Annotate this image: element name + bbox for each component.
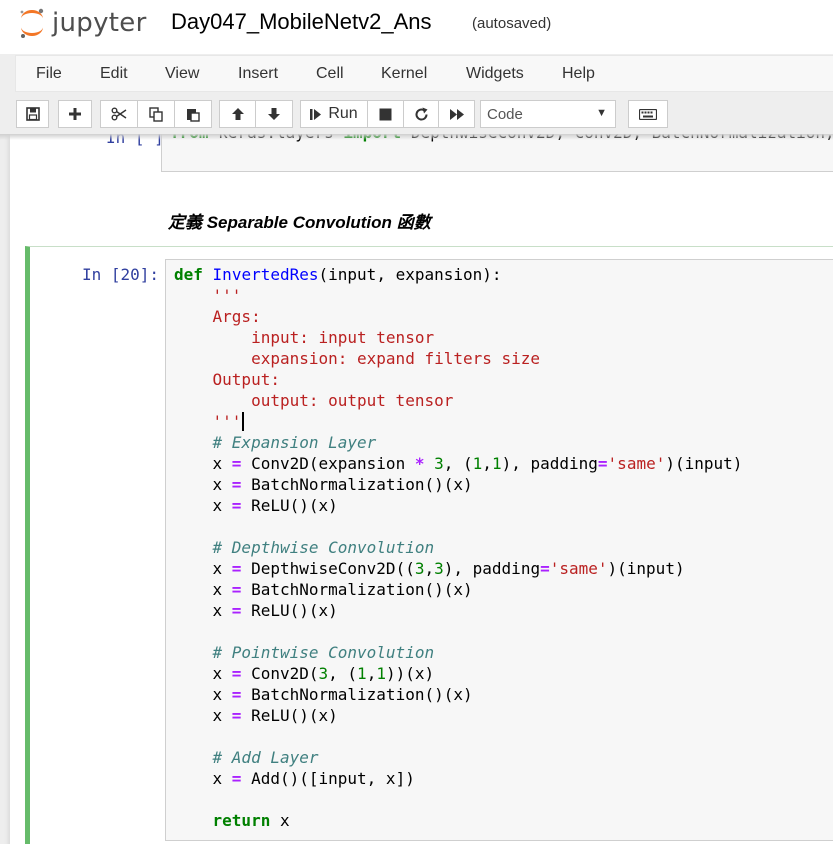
stop-icon	[379, 108, 392, 120]
command-palette-button[interactable]	[628, 100, 668, 128]
cut-icon	[111, 107, 127, 121]
interrupt-kernel-button[interactable]	[367, 100, 404, 128]
text-cursor	[242, 412, 245, 431]
menu-file[interactable]: File	[36, 65, 62, 83]
notebook-page: In [ ]: from keras.layers import Depthwi…	[10, 134, 833, 844]
scroll-shadow	[0, 134, 833, 140]
jupyter-logo[interactable]: jupyter	[18, 5, 147, 41]
keyboard-icon	[639, 108, 657, 120]
markdown-heading: 定義 Separable Convolution 函數	[168, 213, 431, 232]
copy-button[interactable]	[137, 100, 175, 128]
dropdown-caret-icon: ▼	[596, 107, 607, 119]
notebook-area[interactable]: In [ ]: from keras.layers import Depthwi…	[0, 134, 833, 844]
menu-view[interactable]: View	[165, 65, 199, 83]
restart-kernel-button[interactable]	[403, 100, 439, 128]
plus-icon	[69, 108, 81, 120]
jupyter-logo-icon	[20, 8, 44, 38]
cell-type-dropdown[interactable]: Code ▼	[480, 100, 616, 128]
code-editor[interactable]: def InvertedRes(input, expansion): ''' A…	[165, 259, 833, 841]
cell-type-value: Code	[487, 105, 523, 123]
copy-icon	[149, 106, 163, 122]
run-label: Run	[328, 105, 358, 122]
cell-prompt: In [20]:	[82, 265, 160, 284]
notebook-title[interactable]: Day047_MobileNetv2_Ans	[171, 9, 432, 35]
menu-kernel[interactable]: Kernel	[381, 65, 427, 83]
menu-widgets[interactable]: Widgets	[466, 65, 524, 83]
restart-run-all-button[interactable]	[438, 100, 475, 128]
run-icon	[310, 108, 322, 120]
menu-insert[interactable]: Insert	[238, 65, 278, 83]
arrow-up-icon	[231, 108, 244, 120]
menubar: File Edit View Insert Cell Kernel Widget…	[15, 55, 833, 92]
move-down-button[interactable]	[255, 100, 293, 128]
run-button[interactable]: Run	[300, 100, 368, 128]
insert-cell-button[interactable]	[58, 100, 92, 128]
save-button[interactable]	[16, 100, 49, 128]
cut-button[interactable]	[100, 100, 138, 128]
arrow-down-icon	[268, 108, 280, 120]
code-cell-selected[interactable]: In [20]: def InvertedRes(input, expansio…	[25, 246, 833, 844]
code-text: def InvertedRes(input, expansion): ''' A…	[174, 265, 743, 830]
restart-icon	[415, 107, 428, 120]
autosave-status: (autosaved)	[472, 15, 552, 32]
notebook-header: jupyter Day047_MobileNetv2_Ans (autosave…	[0, 0, 833, 54]
fast-forward-icon	[449, 108, 464, 120]
menu-edit[interactable]: Edit	[100, 65, 128, 83]
move-up-button[interactable]	[219, 100, 256, 128]
jupyter-logo-text: jupyter	[52, 8, 147, 38]
toolbar: Run Code ▼	[0, 98, 833, 134]
paste-icon	[187, 108, 200, 122]
menu-help[interactable]: Help	[562, 65, 595, 83]
menu-cell[interactable]: Cell	[316, 65, 344, 83]
paste-button[interactable]	[174, 100, 212, 128]
save-icon	[25, 107, 40, 121]
